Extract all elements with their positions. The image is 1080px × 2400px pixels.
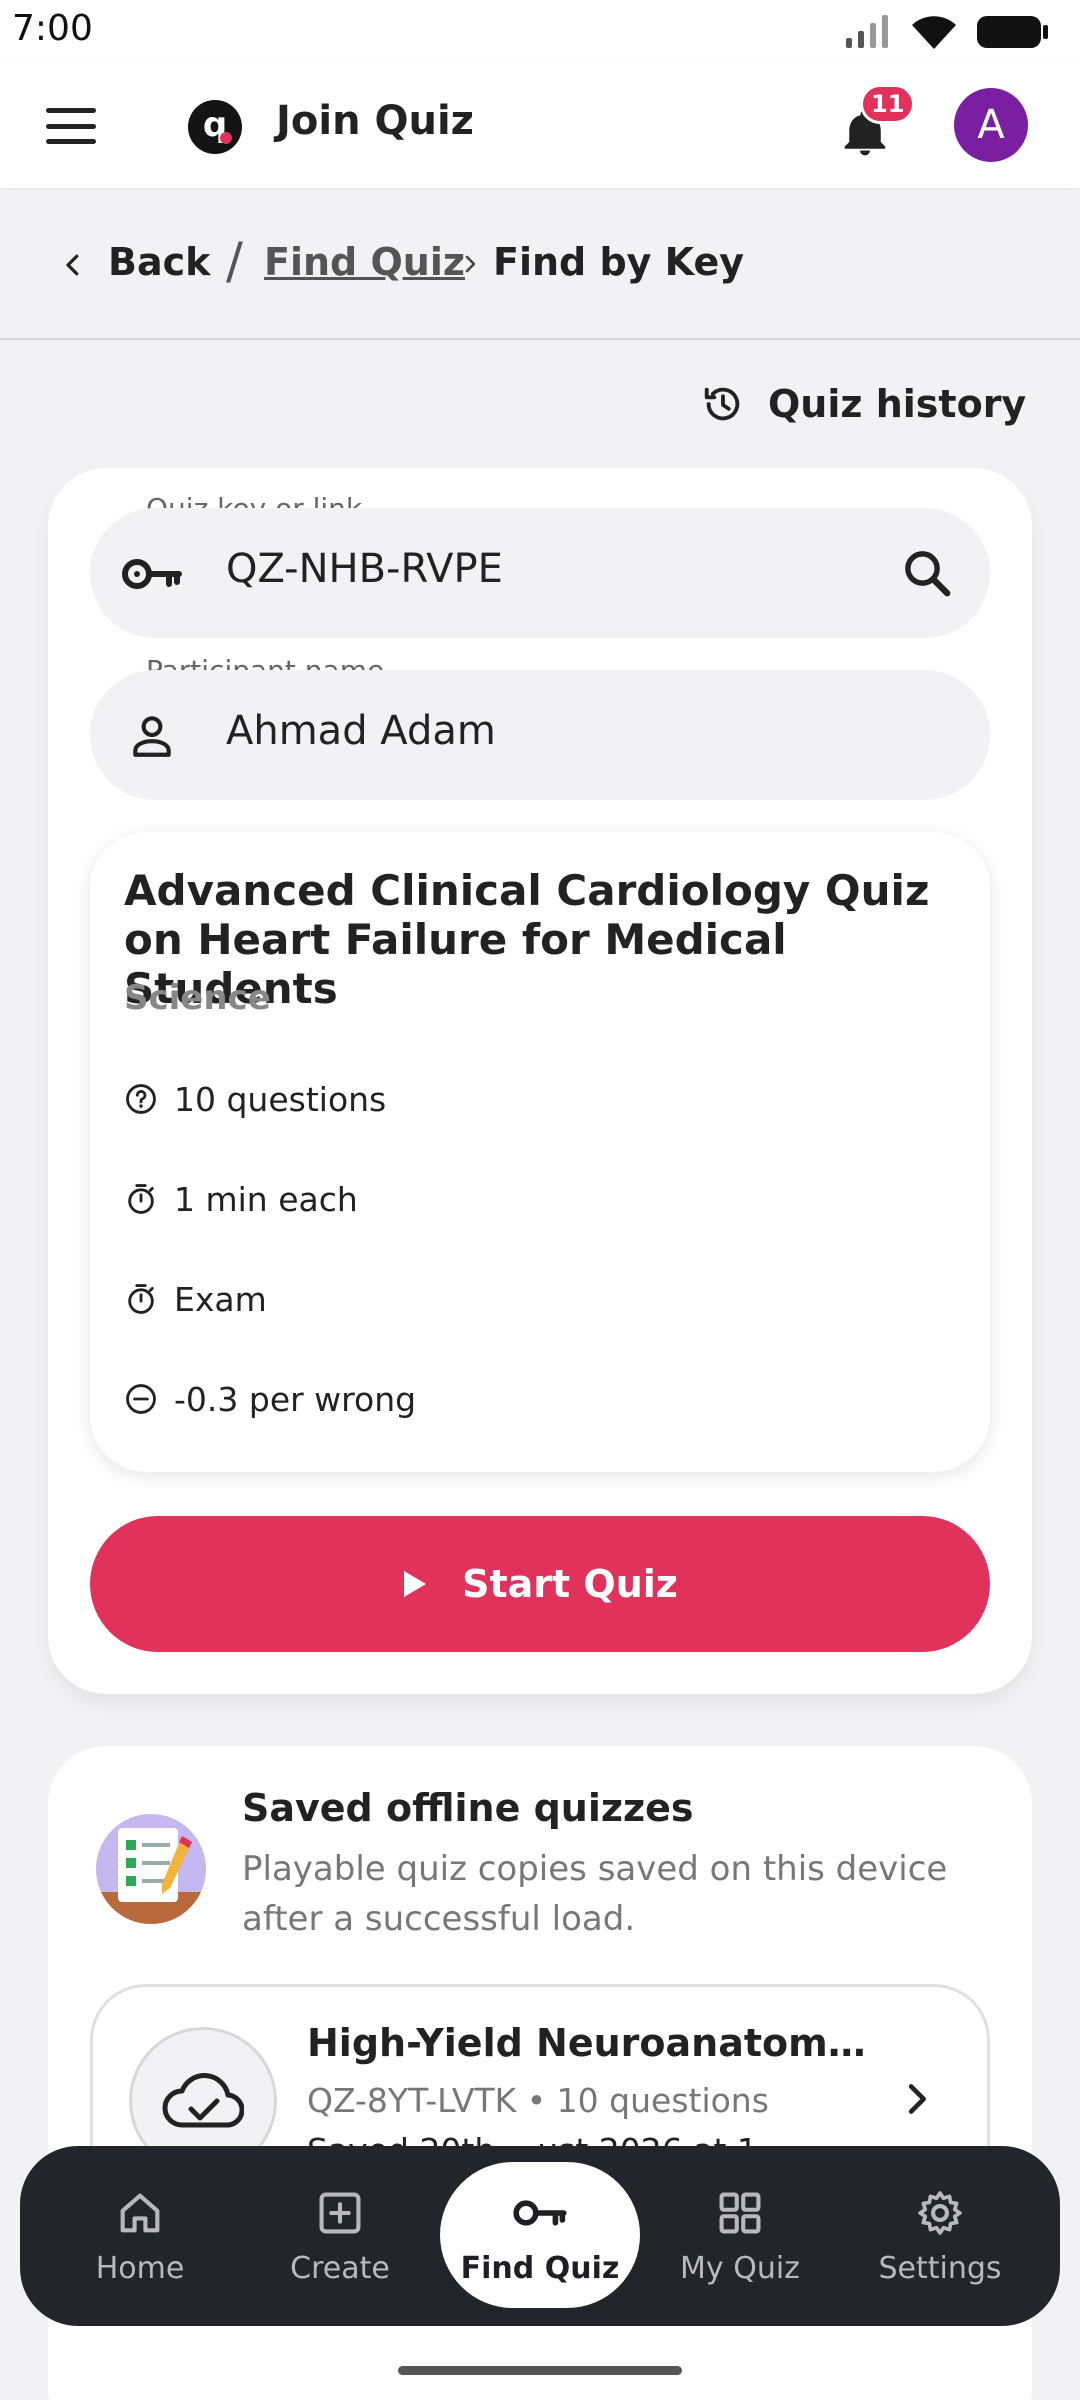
status-time: 7:00 (12, 8, 93, 49)
home-icon (120, 2193, 160, 2232)
history-icon (704, 387, 740, 421)
minus-circle-icon (126, 1384, 156, 1414)
app-logo: q (188, 100, 242, 154)
chevron-right-icon (465, 255, 476, 273)
breadcrumb-current: Find by Key (493, 240, 744, 284)
play-icon (404, 1571, 427, 1597)
offline-description: Playable quiz copies saved on this devic… (242, 1849, 948, 1939)
stopwatch-icon (128, 1284, 154, 1314)
meta-text: -0.3 per wrong (174, 1379, 417, 1419)
nav-label: Create (290, 2250, 390, 2286)
participant-name-input[interactable]: Ahmad Adam (226, 708, 496, 754)
meta-time: 1 min each (124, 1174, 358, 1224)
menu-button[interactable] (46, 102, 96, 150)
nav-create[interactable]: Create (240, 2146, 440, 2326)
nav-label: Find Quiz (460, 2250, 620, 2286)
saved-quiz-meta: QZ-8YT-LVTK • 10 questions (307, 2081, 769, 2120)
quiz-category: Science (124, 978, 271, 1018)
status-bar: 7:00 (0, 0, 1080, 64)
chevron-right-icon (908, 2084, 926, 2114)
start-quiz-button[interactable]: Start Quiz (90, 1516, 990, 1652)
quiz-history-button[interactable]: Quiz history (700, 374, 1026, 434)
home-indicator[interactable] (398, 2366, 682, 2375)
meta-text: Exam (174, 1279, 267, 1319)
question-circle-icon (126, 1084, 156, 1114)
menu-line (46, 139, 96, 144)
page-title: Join Quiz (276, 98, 474, 144)
plus-square-icon (319, 2192, 361, 2233)
nav-my-quiz[interactable]: My Quiz (640, 2146, 840, 2326)
meta-text: 1 min each (174, 1179, 358, 1219)
key-icon (513, 2199, 567, 2226)
gear-icon (918, 2190, 962, 2235)
search-icon[interactable] (900, 546, 954, 600)
quiz-checklist-illustration (96, 1814, 206, 1924)
status-icons (844, 12, 1050, 52)
back-link[interactable]: Back (108, 240, 210, 284)
meta-penalty: -0.3 per wrong (124, 1374, 416, 1424)
quiz-info-card: Advanced Clinical Cardiology Quiz on Hea… (90, 832, 990, 1472)
find-quiz-link[interactable]: Find Quiz (264, 240, 465, 284)
nav-find-quiz[interactable]: Find Quiz (440, 2162, 640, 2308)
nav-label: My Quiz (680, 2250, 800, 2286)
logo-dot (220, 132, 232, 144)
person-icon (120, 704, 184, 768)
saved-quiz-title: High-Yield Neuroanatomy L... (307, 2021, 867, 2065)
nav-label: Settings (878, 2250, 1002, 2286)
breadcrumb: Back / Find Quiz Find by Key (0, 190, 1080, 340)
wifi-icon (912, 16, 956, 49)
battery-icon (977, 16, 1048, 48)
meta-mode: Exam (124, 1274, 267, 1324)
notification-badge: 11 (860, 84, 916, 124)
menu-line (46, 123, 96, 129)
key-icon (120, 542, 184, 606)
start-quiz-label: Start Quiz (462, 1562, 678, 1606)
stopwatch-icon (128, 1184, 154, 1214)
quiz-key-input[interactable]: QZ-NHB-RVPE (226, 546, 503, 592)
grid-icon (719, 2192, 761, 2233)
nav-home[interactable]: Home (40, 2146, 240, 2326)
menu-line (46, 108, 96, 113)
offline-title: Saved offline quizzes (242, 1786, 694, 1830)
quiz-history-label: Quiz history (768, 382, 1027, 426)
breadcrumb-separator: / (226, 232, 243, 290)
bottom-nav: Home Create Find Quiz My Quiz Settings (20, 2146, 1060, 2326)
chevron-left-icon[interactable] (58, 250, 88, 280)
signal-icon (846, 15, 888, 48)
nav-label: Home (95, 2250, 185, 2286)
nav-settings[interactable]: Settings (840, 2146, 1040, 2326)
quiz-key-field[interactable]: QZ-NHB-RVPE (90, 508, 990, 638)
app-bar: q Join Quiz 11 A (0, 64, 1080, 188)
participant-name-field[interactable]: Ahmad Adam (90, 670, 990, 800)
meta-questions: 10 questions (124, 1074, 386, 1124)
meta-text: 10 questions (174, 1079, 387, 1119)
avatar[interactable]: A (954, 88, 1028, 162)
